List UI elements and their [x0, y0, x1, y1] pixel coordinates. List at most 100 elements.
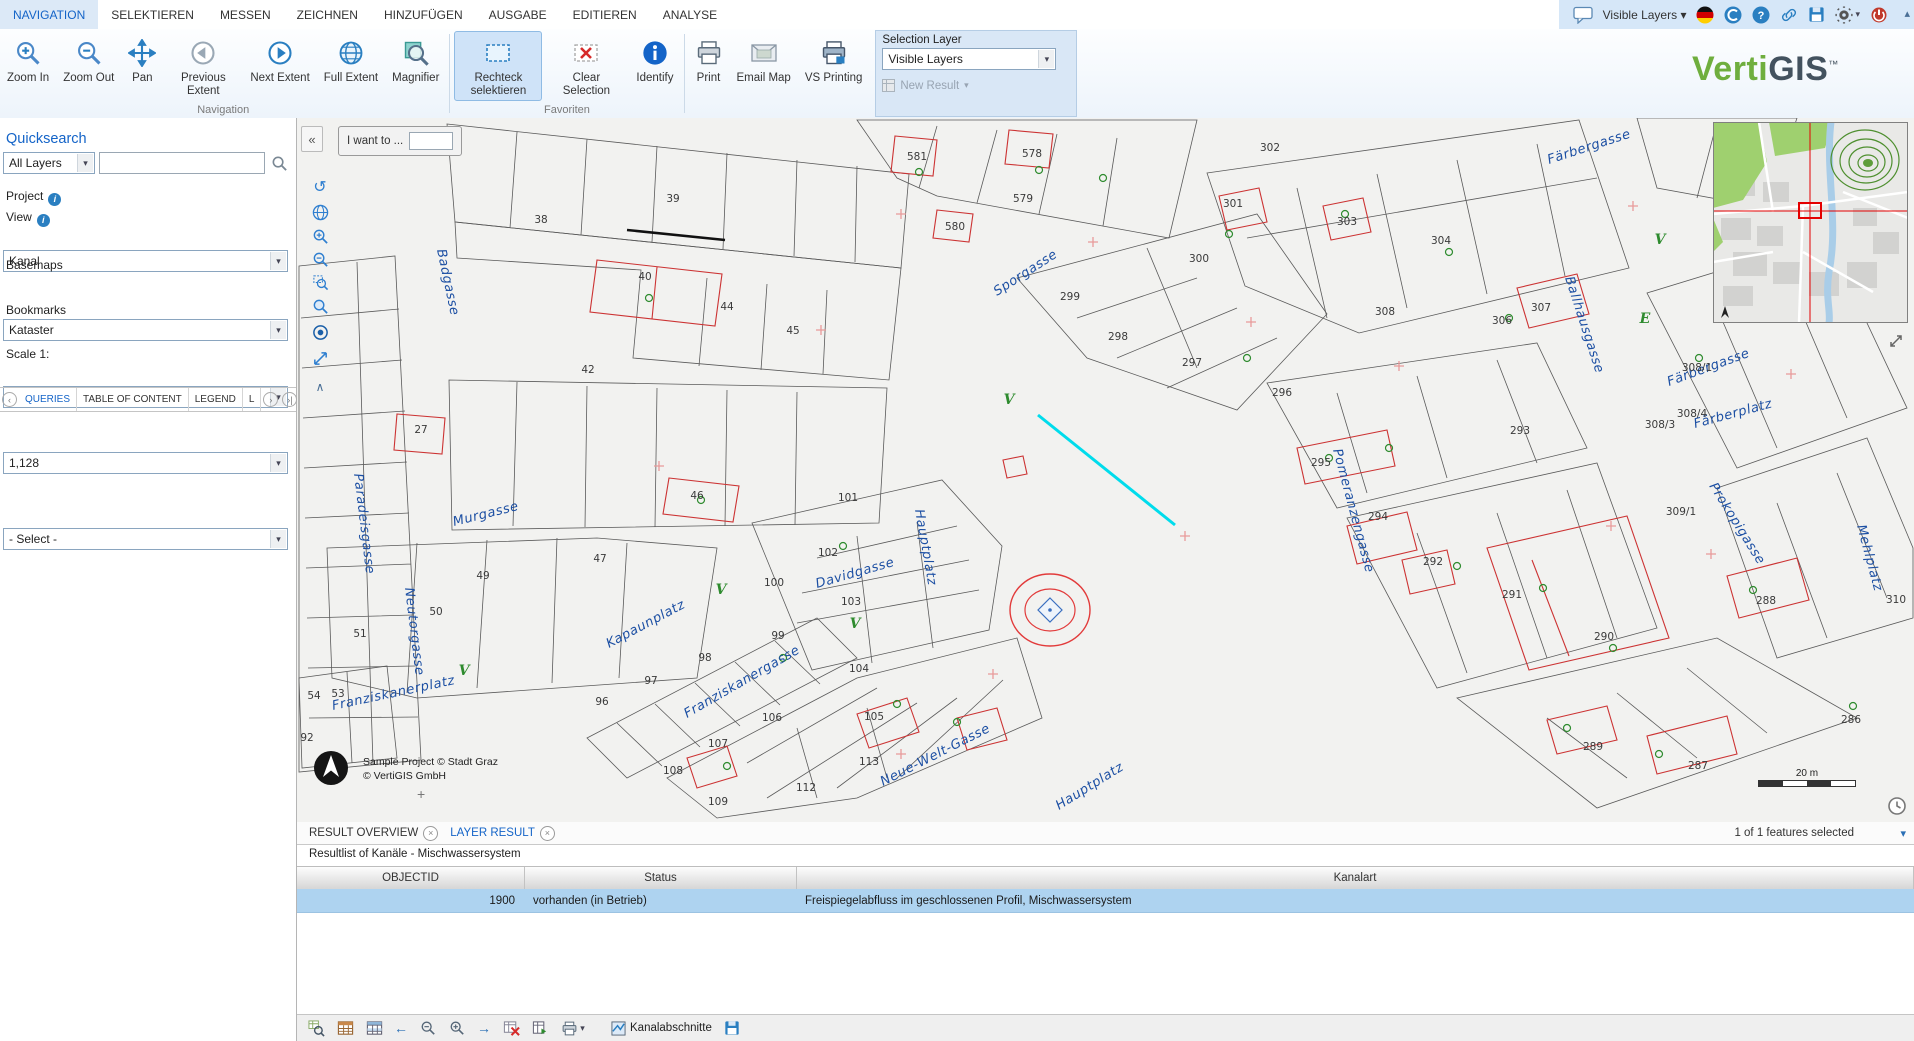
menu-tab-selektieren[interactable]: SELEKTIEREN — [98, 0, 207, 29]
column-header-objectid[interactable]: OBJECTID — [297, 867, 525, 889]
panel-collapse-icon[interactable]: ▾ — [1900, 827, 1906, 840]
comment-bubble-icon[interactable] — [1573, 6, 1593, 24]
cell-kanalart: Freispiegelabfluss im geschlossenen Prof… — [797, 895, 1914, 907]
chevron-down-icon: ▾ — [1038, 50, 1054, 68]
remove-result-icon[interactable] — [502, 1019, 520, 1037]
power-icon[interactable] — [1870, 6, 1888, 24]
ribbon-collapse-icon[interactable]: ▴ — [1904, 7, 1910, 20]
parcel-number: 38 — [534, 214, 547, 226]
column-header-status[interactable]: Status — [525, 867, 797, 889]
menu-tab-zeichnen[interactable]: ZEICHNEN — [284, 0, 371, 29]
tab-layer-result[interactable]: LAYER RESULT× — [450, 826, 555, 841]
print-result-icon[interactable]: ▾ — [560, 1019, 586, 1037]
application-window: NAVIGATION SELEKTIEREN MESSEN ZEICHNEN H… — [0, 0, 1914, 1041]
scale-select[interactable]: 1,128▾ — [3, 452, 288, 474]
clear-selection-button[interactable]: Clear Selection — [544, 31, 628, 101]
magnifier-button[interactable]: Magnifier — [386, 31, 445, 88]
save-result-icon[interactable] — [723, 1019, 741, 1037]
parcel-number: 289 — [1583, 741, 1603, 753]
toolbar-group-navigation: Zoom In Zoom Out Pan Previous Extent Nex… — [0, 29, 446, 118]
new-result-button[interactable]: New Result▾ — [882, 79, 1070, 92]
table-icon[interactable] — [336, 1019, 354, 1037]
vs-printing-button[interactable]: VS Printing — [799, 31, 869, 88]
quicksearch-input[interactable] — [99, 152, 265, 174]
i-want-to-input[interactable] — [409, 132, 453, 150]
menu-tab-messen[interactable]: MESSEN — [207, 0, 284, 29]
overview-map[interactable] — [1713, 122, 1908, 323]
target-tool-icon[interactable] — [309, 321, 331, 343]
tab-layers-cut[interactable]: L — [243, 388, 262, 411]
info-icon[interactable]: i — [37, 214, 50, 227]
parcel-number: 47 — [593, 553, 606, 565]
crosshair-icon: + — [417, 786, 425, 802]
geocortex-icon[interactable] — [1724, 6, 1742, 24]
menu-tab-navigation[interactable]: NAVIGATION — [0, 0, 98, 29]
pan-button[interactable]: Pan — [122, 31, 162, 88]
column-header-kanalart[interactable]: Kanalart — [797, 867, 1914, 889]
menu-tab-hinzufuegen[interactable]: HINZUFÜGEN — [371, 0, 476, 29]
tools-collapse-icon[interactable]: ∧ — [309, 376, 331, 398]
basemaps-select[interactable]: Kataster▾ — [3, 319, 288, 341]
help-icon[interactable]: ? — [1752, 6, 1770, 24]
visible-layers-dropdown[interactable]: Visible Layers ▾ — [1603, 8, 1687, 22]
zoom-out-tool-icon[interactable] — [309, 248, 331, 270]
selection-layer-select[interactable]: Visible Layers▾ — [882, 48, 1056, 70]
globe-tool-icon[interactable] — [309, 201, 331, 223]
table-row[interactable]: 1900 vorhanden (in Betrieb) Freispiegela… — [297, 889, 1914, 913]
close-icon[interactable]: × — [423, 826, 438, 841]
query-select[interactable]: - Select -▾ — [3, 528, 288, 550]
identify-button[interactable]: Identify — [630, 31, 679, 88]
zoom-in-button[interactable]: Zoom In — [1, 31, 55, 88]
map-canvas[interactable]: BadgasseParadeisgasseMurgasseNeutorgasse… — [297, 118, 1914, 822]
full-extent-button[interactable]: Full Extent — [318, 31, 384, 88]
settings-gear-icon[interactable]: ▾ — [1835, 6, 1860, 24]
zoom-select-tool-icon[interactable] — [309, 295, 331, 317]
zoom-out-button[interactable]: Zoom Out — [57, 31, 120, 88]
tab-scroll-end-icon[interactable]: ›| — [282, 392, 297, 407]
extent-arrows-tool-icon[interactable] — [309, 347, 331, 369]
menu-tab-editieren[interactable]: EDITIEREN — [560, 0, 650, 29]
export-result-icon[interactable] — [531, 1019, 549, 1037]
i-want-to-button[interactable]: I want to ... — [338, 126, 462, 156]
overview-expand-icon[interactable] — [1889, 334, 1903, 348]
print-button[interactable]: Print — [689, 31, 729, 88]
menu-tab-ausgabe[interactable]: AUSGABE — [476, 0, 560, 29]
previous-extent-button[interactable]: Previous Extent — [164, 31, 242, 101]
rotate-reset-icon[interactable]: ↺ — [309, 176, 331, 198]
rectangle-select-button[interactable]: Rechteck selektieren — [454, 31, 542, 101]
sidebar-collapse-button[interactable]: « — [301, 126, 323, 152]
tab-queries[interactable]: QUERIES — [19, 388, 77, 411]
zoom-in-tool-icon[interactable] — [309, 225, 331, 247]
tab-result-overview[interactable]: RESULT OVERVIEW× — [309, 826, 438, 841]
save-icon[interactable] — [1808, 6, 1825, 23]
previous-result-icon[interactable]: ← — [394, 1020, 408, 1036]
kanalabschnitte-button[interactable]: Kanalabschnitte — [611, 1021, 712, 1036]
cadastral-map[interactable]: BadgasseParadeisgasseMurgasseNeutorgasse… — [297, 118, 1914, 822]
parcel-number: 308/1 — [1682, 362, 1712, 374]
history-clock-icon[interactable] — [1887, 796, 1907, 816]
group-caption-navigation: Navigation — [0, 104, 446, 118]
next-result-icon[interactable]: → — [477, 1020, 491, 1036]
basemaps-label: Basemaps — [6, 258, 63, 272]
chevron-down-icon: ▾ — [77, 154, 93, 172]
zoom-next-icon[interactable] — [448, 1019, 466, 1037]
group-caption-favoriten: Favoriten — [453, 104, 680, 118]
email-map-button[interactable]: Email Map — [731, 31, 797, 88]
zoom-previous-icon[interactable] — [419, 1019, 437, 1037]
tab-scroll-right-icon[interactable]: › — [263, 392, 278, 407]
tab-table-of-content[interactable]: TABLE OF CONTENT — [77, 388, 189, 411]
next-extent-button[interactable]: Next Extent — [244, 31, 315, 88]
table-select-icon[interactable] — [365, 1019, 383, 1037]
zoom-to-result-icon[interactable] — [307, 1019, 325, 1037]
tab-legend[interactable]: LEGEND — [189, 388, 243, 411]
search-icon[interactable] — [271, 155, 288, 172]
quicksearch-layer-select[interactable]: All Layers▾ — [3, 152, 95, 174]
menu-tab-analyse[interactable]: ANALYSE — [650, 0, 730, 29]
tab-scroll-left-icon[interactable]: ‹ — [2, 392, 17, 407]
close-icon[interactable]: × — [540, 826, 555, 841]
link-icon[interactable] — [1780, 6, 1798, 24]
info-icon[interactable]: i — [48, 193, 61, 206]
zoom-window-tool-icon[interactable] — [309, 271, 331, 293]
parcel-number: 309/1 — [1666, 506, 1696, 518]
german-flag-icon[interactable] — [1696, 6, 1714, 24]
